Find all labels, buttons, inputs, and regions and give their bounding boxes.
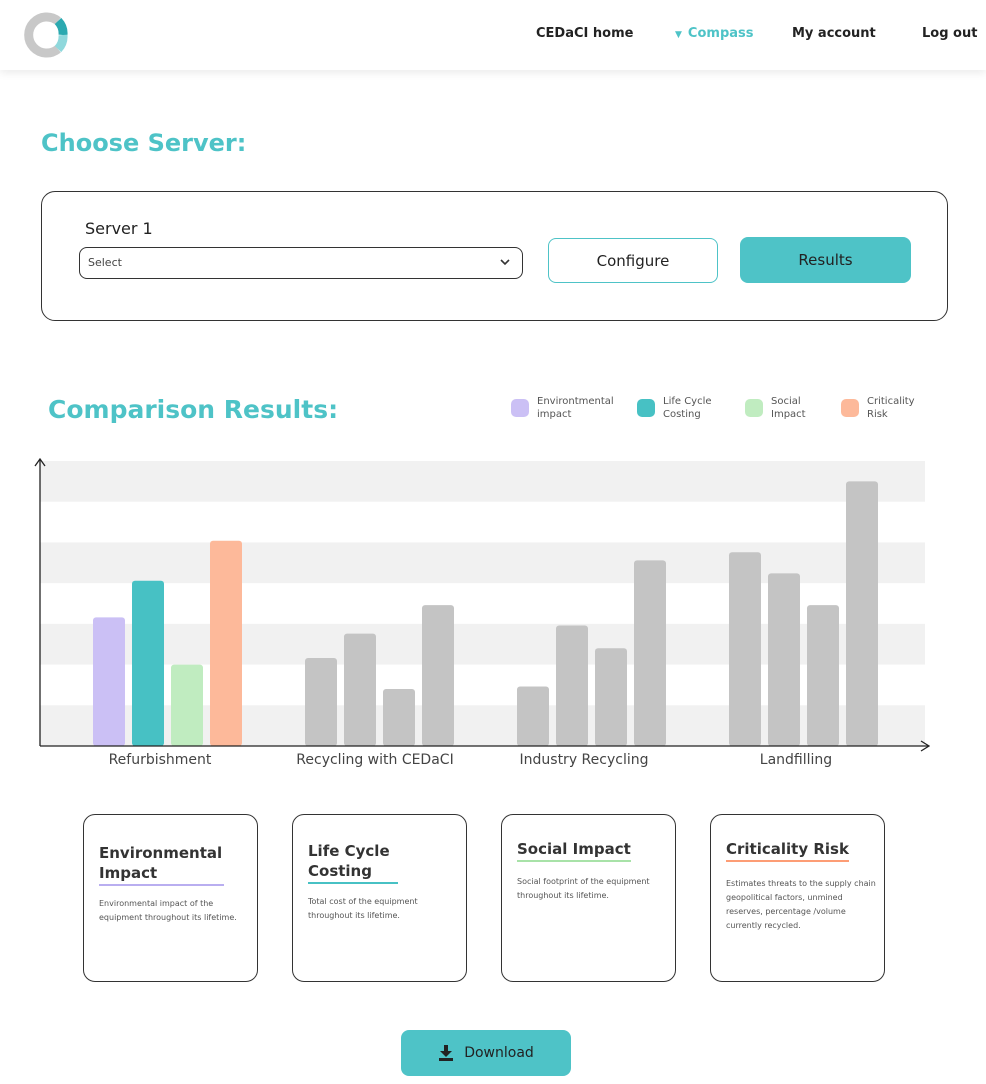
top-navigation-bar: CEDaCI home ▼ Compass My account Log out: [0, 0, 986, 70]
bar: [556, 625, 588, 746]
bar: [210, 540, 242, 746]
bar: [171, 664, 203, 746]
legend-label: Social Impact: [771, 396, 806, 420]
card-description: Total cost of the equipment throughout i…: [308, 897, 418, 920]
nav-link-compass-label: Compass: [687, 26, 754, 41]
card-description: Social footprint of the equipment throug…: [517, 877, 650, 900]
card-life-cycle-costing[interactable]: Life Cycle Costing Total cost of the equ…: [292, 814, 467, 982]
cedaci-logo-icon[interactable]: [22, 12, 68, 58]
configure-button-label: Configure: [596, 251, 670, 270]
bar: [383, 689, 415, 746]
card-environmental-impact[interactable]: Environmental Impact Environmental impac…: [83, 814, 258, 982]
bar: [846, 481, 878, 746]
caret-down-icon: ▼: [675, 30, 682, 40]
card-title: Life Cycle Costing: [308, 841, 398, 884]
download-button[interactable]: Download: [401, 1030, 571, 1076]
select-value: Select: [88, 256, 122, 269]
category-label-landfilling: Landfilling: [759, 752, 833, 768]
nav-link-compass[interactable]: ▼ Compass: [675, 26, 754, 41]
results-button-label: Results: [798, 251, 853, 269]
grid-band: [40, 461, 925, 502]
legend-label: Criticality Risk: [867, 396, 915, 420]
download-icon: [439, 1045, 454, 1061]
card-title-text: Criticality Risk: [726, 839, 849, 862]
bar: [305, 658, 337, 746]
bar: [729, 552, 761, 746]
bar: [344, 633, 376, 746]
card-title-text: Life Cycle Costing: [308, 841, 398, 884]
legend-swatch: [841, 399, 859, 417]
card-social-impact[interactable]: Social Impact Social footprint of the eq…: [501, 814, 676, 982]
category-label-industry-recycling: Industry Recycling: [519, 752, 649, 768]
chevron-down-icon: [500, 259, 510, 266]
bar: [595, 648, 627, 746]
legend-swatch: [637, 399, 655, 417]
legend-label: Environtmental impact: [537, 396, 614, 420]
comparison-results-title: Comparison Results:: [48, 395, 339, 424]
nav-link-my-account[interactable]: My account: [792, 26, 876, 41]
configure-button[interactable]: Configure: [548, 238, 718, 283]
bar: [634, 560, 666, 746]
bar: [768, 573, 800, 746]
legend-swatch: [745, 399, 763, 417]
comparison-bar-chart: [34, 457, 930, 752]
bar: [132, 580, 164, 746]
nav-link-log-out[interactable]: Log out: [922, 26, 977, 41]
bar: [422, 605, 454, 746]
bar: [807, 605, 839, 746]
bar: [517, 686, 549, 746]
card-title: Environmental Impact: [99, 843, 224, 886]
nav-link-cedaci-home[interactable]: CEDaCI home: [536, 26, 633, 41]
download-button-label: Download: [464, 1045, 534, 1061]
bar: [93, 617, 125, 746]
legend-label: Life Cycle Costing: [663, 396, 712, 420]
card-title-text: Environmental Impact: [99, 843, 224, 886]
card-title-text: Social Impact: [517, 839, 631, 862]
card-title: Criticality Risk: [726, 839, 849, 862]
choose-server-title: Choose Server:: [41, 129, 247, 157]
category-label-recycling-cedaci: Recycling with CEDaCI: [296, 752, 454, 768]
card-description: Environmental impact of the equipment th…: [99, 899, 237, 922]
category-label-refurbishment: Refurbishment: [108, 752, 212, 768]
card-description: Estimates threats to the supply chain ge…: [726, 879, 876, 930]
card-title: Social Impact: [517, 839, 631, 862]
server-select-dropdown[interactable]: Select: [79, 247, 523, 279]
server-label: Server 1: [85, 219, 153, 238]
card-criticality-risk[interactable]: Criticality Risk Estimates threats to th…: [710, 814, 885, 982]
legend-swatch: [511, 399, 529, 417]
results-button[interactable]: Results: [740, 237, 911, 283]
